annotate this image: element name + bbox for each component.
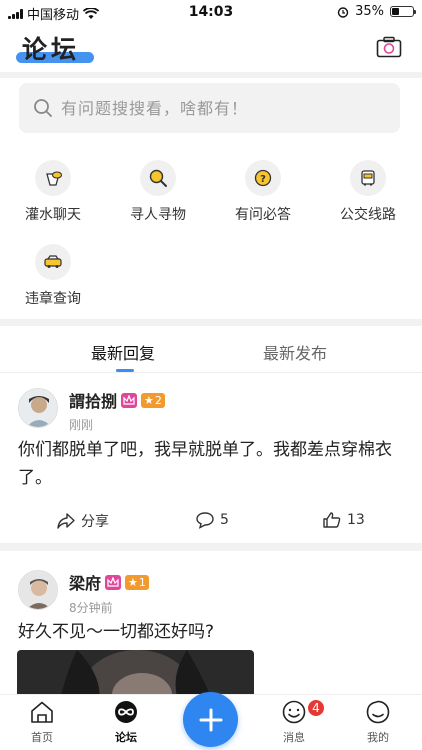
battery-icon [390, 6, 416, 17]
battery-percent: 35% [355, 4, 384, 19]
username[interactable]: 謂拾捌 [69, 388, 117, 412]
share-button[interactable]: 分享 [56, 511, 109, 531]
post-time: 刚刚 [69, 418, 94, 432]
page-title: 论坛 [22, 35, 81, 64]
like-button[interactable]: 13 [322, 511, 365, 529]
nav-profile[interactable]: 我的 [348, 700, 408, 745]
avatar[interactable] [18, 570, 58, 610]
tab-latest-posts[interactable]: 最新发布 [263, 340, 327, 364]
tab-latest-replies[interactable]: 最新回复 [91, 340, 155, 364]
message-count-badge: 4 [306, 698, 326, 718]
star-icon: ★ [144, 393, 154, 407]
avatar[interactable] [18, 388, 58, 428]
camera-icon[interactable] [376, 36, 402, 58]
forum-icon [115, 701, 137, 723]
magnifier-icon [140, 160, 176, 196]
divider [0, 319, 422, 326]
status-bar: 中国移动 14:03 35% [0, 0, 422, 24]
divider [0, 72, 422, 78]
post-image[interactable] [17, 650, 254, 694]
vip-badge-icon [121, 392, 138, 408]
profile-icon [366, 700, 390, 724]
username[interactable]: 梁府 [69, 570, 101, 594]
divider [0, 372, 422, 373]
star-icon: ★ [128, 575, 138, 589]
category-qa[interactable]: ? 有问必答 [213, 160, 313, 224]
nav-home[interactable]: 首页 [12, 700, 72, 745]
smile-icon [282, 700, 306, 724]
category-bus[interactable]: 公交线路 [318, 160, 418, 224]
level-badge: ★ 2 [141, 392, 165, 408]
thumbs-up-icon [323, 512, 341, 528]
comment-button[interactable]: 5 [195, 511, 229, 529]
search-bar[interactable] [19, 83, 400, 133]
post-card[interactable]: 梁府 ★ 1 8分钟前 好久不见～一切都还好吗? [0, 560, 422, 694]
post-content[interactable]: 好久不见～一切都还好吗? [18, 618, 408, 646]
bus-icon [350, 160, 386, 196]
alarm-icon [337, 6, 349, 18]
cup-icon [35, 160, 71, 196]
share-icon [57, 513, 75, 529]
create-post-button[interactable] [183, 692, 238, 747]
category-violation[interactable]: 违章查询 [3, 244, 103, 308]
search-icon [34, 99, 52, 117]
home-icon [31, 701, 53, 723]
vip-badge-icon [105, 574, 122, 590]
divider [0, 543, 422, 551]
comment-icon [196, 512, 214, 529]
category-chat[interactable]: 灌水聊天 [3, 160, 103, 224]
post-time: 8分钟前 [69, 601, 113, 615]
category-lost-found[interactable]: 寻人寻物 [108, 160, 208, 224]
svg-text:?: ? [260, 174, 266, 185]
post-content[interactable]: 你们都脱单了吧，我早就脱单了。我都差点穿棉衣了。 [18, 436, 408, 492]
nav-forum[interactable]: 论坛 [96, 700, 156, 745]
car-icon [35, 244, 71, 280]
level-badge: ★ 1 [125, 574, 149, 590]
search-input[interactable] [61, 98, 381, 118]
question-icon: ? [245, 160, 281, 196]
plus-icon [199, 708, 222, 731]
post-card[interactable]: 謂拾捌 ★ 2 刚刚 你们都脱单了吧，我早就脱单了。我都差点穿棉衣了。 分享 5 … [0, 380, 422, 540]
